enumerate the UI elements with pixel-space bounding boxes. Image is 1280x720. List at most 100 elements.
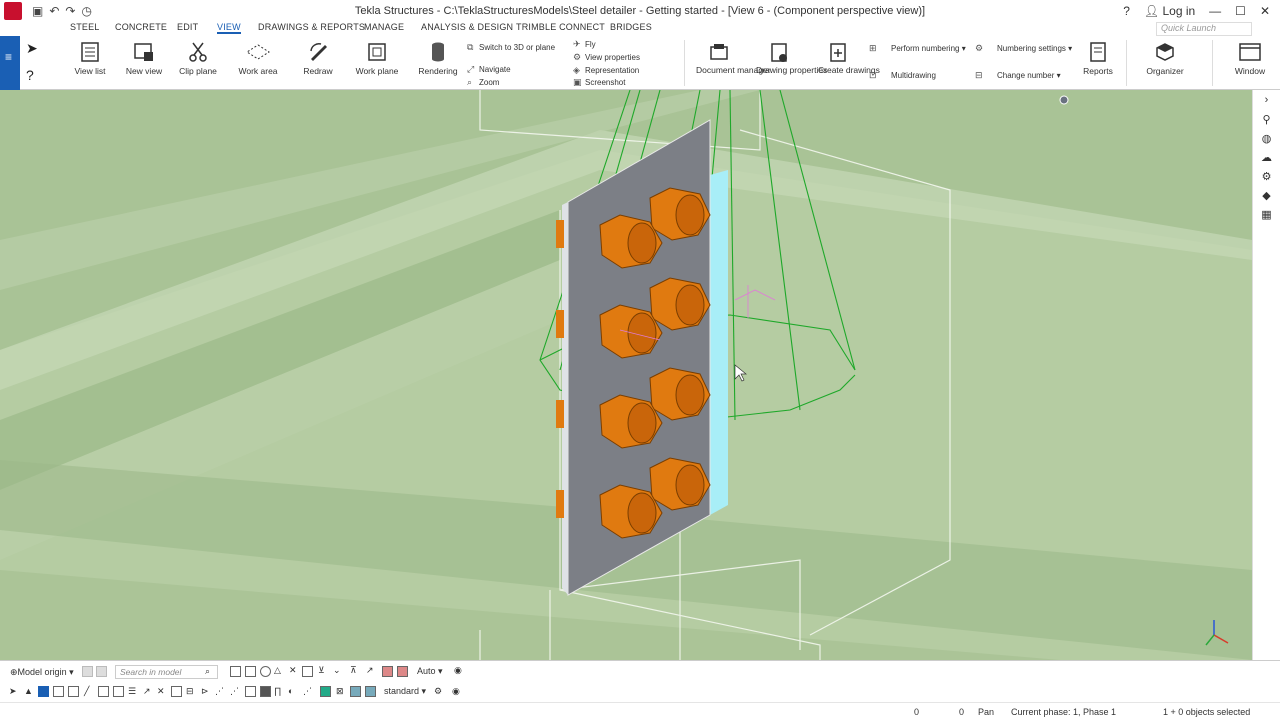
undo-icon[interactable]: ↶ (49, 4, 59, 18)
properties-icon[interactable]: ⚲ (1253, 113, 1280, 132)
tab-manage[interactable]: MANAGE (364, 22, 404, 32)
cloud-icon[interactable]: ☁ (1253, 151, 1280, 170)
representation-button[interactable]: ◈ Representation (573, 65, 639, 76)
redo-icon[interactable]: ↷ (65, 4, 75, 18)
help-icon[interactable]: ? (1123, 4, 1130, 18)
select-filter-icon[interactable]: ☰ (128, 686, 136, 697)
view-properties-button[interactable]: ⚙︎ View properties (573, 52, 640, 63)
quick-launch-input[interactable]: Quick Launch (1156, 22, 1252, 36)
fly-button[interactable]: ✈︎ Fly (573, 39, 596, 50)
toggle-icon[interactable] (82, 666, 93, 677)
snap-icon[interactable] (245, 666, 256, 677)
tab-trimble-connect[interactable]: TRIMBLE CONNECT (516, 22, 605, 32)
perform-numbering-button[interactable]: ⊞ Perform numbering ▾ (869, 43, 966, 54)
clip-plane-button[interactable]: Clip plane (176, 38, 220, 76)
close-button[interactable]: ✕ (1260, 4, 1270, 18)
select-filter-icon[interactable] (350, 686, 361, 697)
zoom-button[interactable]: ⌕ Zoom (467, 77, 499, 88)
select-arrow-icon[interactable]: ▲ (24, 686, 33, 696)
work-area-button[interactable]: Work area (236, 38, 280, 76)
gear-icon[interactable]: ⚙︎ (1253, 170, 1280, 189)
tab-bridges[interactable]: BRIDGES (610, 22, 652, 32)
select-filter-icon[interactable] (171, 686, 182, 697)
tab-drawings-reports[interactable]: DRAWINGS & REPORTS (258, 22, 365, 32)
tab-analysis-design[interactable]: ANALYSIS & DESIGN (421, 22, 513, 32)
work-plane-button[interactable]: Work plane (355, 38, 399, 76)
eye-icon[interactable]: ◉ (454, 665, 462, 676)
snap-icon[interactable]: ↗ (366, 665, 374, 676)
snap-icon[interactable]: △ (274, 665, 281, 676)
select-filter-icon[interactable]: ⋰ (303, 686, 312, 697)
select-filter-icon[interactable]: ↗ (143, 686, 151, 697)
select-filter-icon[interactable] (245, 686, 256, 697)
numbering-settings-button[interactable]: ⚙︎ Numbering settings ▾ (975, 43, 1072, 54)
eye-icon[interactable]: ◉ (452, 686, 460, 697)
search-model-input[interactable]: Search in model (115, 665, 218, 679)
snap-icon[interactable]: ⊼ (350, 665, 357, 676)
snap-icon[interactable]: ⌄ (333, 665, 341, 676)
select-filter-icon[interactable]: ⊟ (186, 686, 194, 697)
organizer-button[interactable]: Organizer (1144, 38, 1186, 76)
save-icon[interactable]: ▣ (32, 4, 43, 18)
tab-steel[interactable]: STEEL (70, 22, 100, 32)
filter-settings-icon[interactable]: ⚙︎ (434, 686, 442, 697)
select-filter-icon[interactable] (68, 686, 79, 697)
maximize-button[interactable]: ☐ (1235, 4, 1246, 18)
select-filter-icon[interactable] (53, 686, 64, 697)
snap-icon[interactable] (397, 666, 408, 677)
multidrawing-button[interactable]: ⊡ Multidrawing (869, 70, 936, 81)
select-filter-icon[interactable]: ⋰ (215, 686, 224, 697)
drawing-properties-button[interactable]: Drawing properties (756, 38, 827, 75)
window-button[interactable]: Window (1228, 38, 1272, 76)
globe-icon[interactable]: ◍ (1253, 132, 1280, 151)
auto-dropdown[interactable]: Auto ▾ (417, 666, 443, 677)
create-drawings-button[interactable]: Create drawings (818, 38, 880, 75)
change-number-button[interactable]: ⊟ Change number ▾ (975, 70, 1061, 81)
standard-dropdown[interactable]: standard ▾ (384, 686, 426, 697)
inquire-icon[interactable]: ? (26, 67, 50, 83)
switch-3d-button[interactable]: ⧉ Switch to 3D or plane (467, 42, 555, 53)
select-arrow-icon[interactable]: ➤ (26, 40, 50, 57)
model-origin-dropdown[interactable]: ⊕Model origin ▾ (10, 667, 74, 678)
login-link[interactable]: 👤︎ Log in (1144, 4, 1195, 18)
model-scene[interactable] (0, 90, 1252, 660)
history-icon[interactable]: ◷ (81, 4, 91, 18)
minimize-button[interactable]: — (1209, 4, 1221, 18)
select-filter-icon[interactable] (260, 686, 271, 697)
select-filter-icon[interactable] (365, 686, 376, 697)
chevron-right-icon[interactable]: › (1253, 94, 1280, 113)
model-viewport[interactable] (0, 90, 1252, 660)
select-filter-icon[interactable]: ⊠ (336, 686, 344, 697)
select-filter-icon[interactable] (98, 686, 109, 697)
search-icon[interactable]: ⌕ (205, 666, 210, 677)
document-manager-button[interactable]: Document manager (696, 38, 771, 75)
navigate-button[interactable]: ⤢ Navigate (467, 64, 511, 75)
snap-icon[interactable]: ✕ (289, 665, 297, 676)
snap-icon[interactable] (302, 666, 313, 677)
select-filter-icon[interactable] (320, 686, 331, 697)
select-component-icon[interactable] (38, 686, 49, 697)
select-filter-icon[interactable]: ∏ (274, 686, 281, 696)
new-view-button[interactable]: New view (124, 38, 164, 76)
toggle-icon[interactable] (96, 666, 107, 677)
tab-edit[interactable]: EDIT (177, 22, 198, 32)
select-filter-icon[interactable]: ⊳ (201, 686, 209, 697)
select-filter-icon[interactable]: ✕ (157, 686, 165, 697)
tab-concrete[interactable]: CONCRETE (115, 22, 167, 32)
select-arrow-icon[interactable]: ➤ (9, 686, 17, 697)
snap-icon[interactable] (230, 666, 241, 677)
rendering-button[interactable]: Rendering (416, 38, 460, 76)
reports-button[interactable]: Reports (1080, 38, 1116, 76)
view-list-button[interactable]: View list (72, 38, 108, 76)
select-filter-icon[interactable]: ⋰ (230, 686, 239, 697)
snap-icon[interactable]: ⊻ (318, 665, 325, 676)
side-pane-toggle[interactable]: ≡ (0, 36, 20, 90)
snap-icon[interactable] (260, 666, 271, 677)
select-filter-icon[interactable]: ◐ (288, 686, 293, 696)
tab-view[interactable]: VIEW (217, 22, 241, 34)
cube-icon[interactable]: ◆ (1253, 189, 1280, 208)
snap-icon[interactable] (382, 666, 393, 677)
select-filter-icon[interactable]: ╱ (84, 686, 89, 697)
select-filter-icon[interactable] (113, 686, 124, 697)
redraw-button[interactable]: Redraw (298, 38, 338, 76)
